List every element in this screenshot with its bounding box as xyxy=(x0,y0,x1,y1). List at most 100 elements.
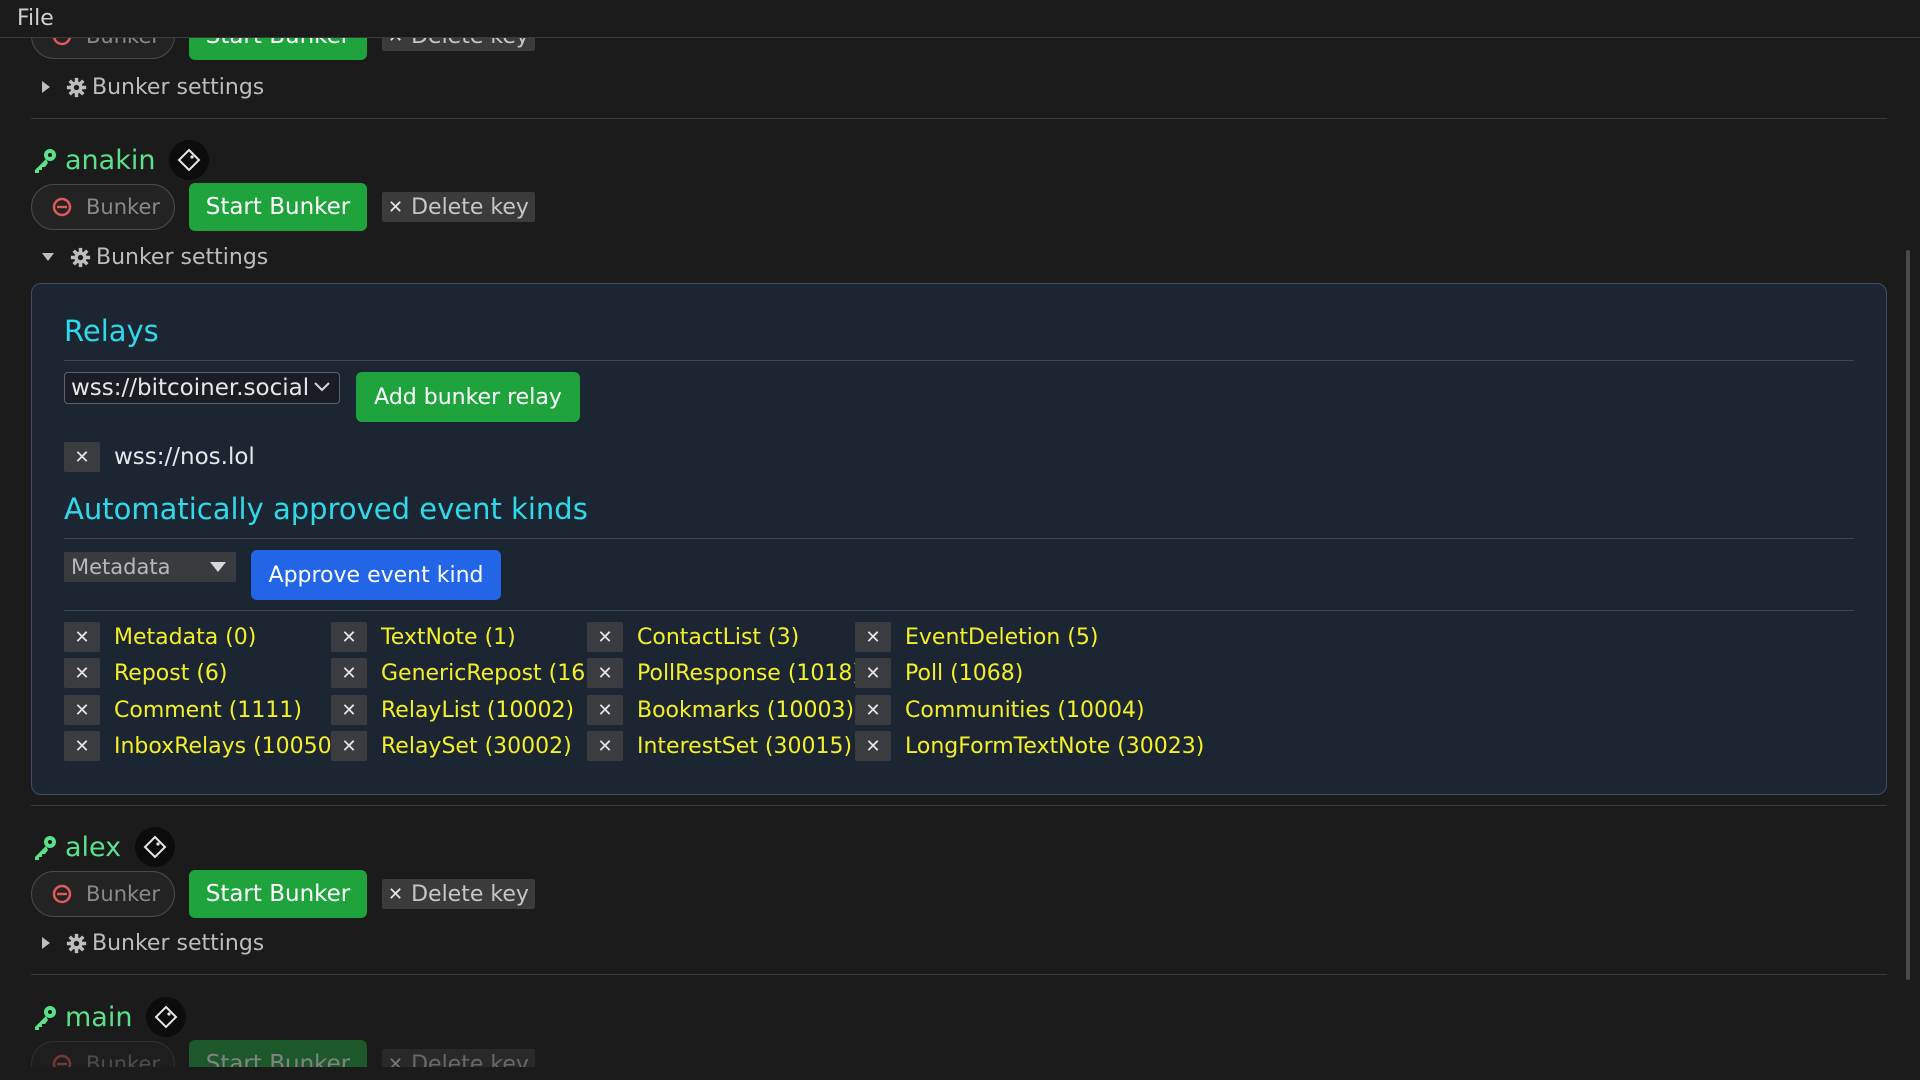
separator xyxy=(31,974,1887,975)
bunker-settings-label: Bunker settings xyxy=(92,930,265,956)
remove-kind-button[interactable]: ✕ xyxy=(587,622,623,652)
start-bunker-button[interactable]: Start Bunker xyxy=(189,870,367,918)
separator xyxy=(64,610,1854,611)
stop-icon xyxy=(52,1054,72,1067)
separator xyxy=(31,118,1887,119)
gear-icon xyxy=(66,933,87,953)
approved-kind-label: TextNote (1) xyxy=(381,624,516,650)
tag-button[interactable] xyxy=(169,140,210,180)
close-icon: ✕ xyxy=(865,699,881,721)
tag-icon xyxy=(178,148,201,172)
key-buttons-main: Bunker Start Bunker ✕ Delete key xyxy=(31,1040,535,1067)
bunker-status-pill[interactable]: Bunker xyxy=(31,184,175,230)
event-kind-select-value: Metadata xyxy=(71,555,171,579)
chevron-down-icon xyxy=(314,382,330,392)
remove-kind-button[interactable]: ✕ xyxy=(587,658,623,688)
tag-button[interactable] xyxy=(146,997,187,1037)
remove-kind-button[interactable]: ✕ xyxy=(855,695,891,725)
close-icon: ✕ xyxy=(865,735,881,757)
approved-kind-item: ✕ RelayList (10002) xyxy=(331,695,574,725)
close-icon: ✕ xyxy=(74,662,90,684)
close-icon: ✕ xyxy=(597,735,613,757)
approved-kind-label: ContactList (3) xyxy=(637,624,800,650)
key-buttons-alex: Bunker Start Bunker ✕ Delete key xyxy=(31,870,535,918)
approved-kind-item: ✕ EventDeletion (5) xyxy=(855,622,1098,652)
remove-kind-button[interactable]: ✕ xyxy=(331,731,367,761)
remove-kind-button[interactable]: ✕ xyxy=(64,658,100,688)
approved-kind-item: ✕ InterestSet (30015) xyxy=(587,731,852,761)
key-icon xyxy=(35,1006,56,1030)
remove-kind-button[interactable]: ✕ xyxy=(855,622,891,652)
remove-kind-button[interactable]: ✕ xyxy=(331,622,367,652)
approved-kind-item: ✕ Bookmarks (10003) xyxy=(587,695,854,725)
remove-kind-button[interactable]: ✕ xyxy=(855,658,891,688)
remove-kind-button[interactable]: ✕ xyxy=(587,731,623,761)
key-icon xyxy=(35,836,56,860)
add-bunker-relay-button[interactable]: Add bunker relay xyxy=(356,372,580,422)
approved-kind-item: ✕ ContactList (3) xyxy=(587,622,799,652)
key-header-main: main xyxy=(31,997,187,1037)
remove-kind-button[interactable]: ✕ xyxy=(331,695,367,725)
approved-kind-label: Repost (6) xyxy=(114,660,228,686)
key-name: main xyxy=(65,1001,133,1033)
delete-key-label: Delete key xyxy=(411,194,529,220)
tag-button[interactable] xyxy=(135,827,176,867)
bunker-settings-panel: Relays wss://bitcoiner.social Add bunker… xyxy=(31,283,1887,795)
approved-kind-label: LongFormTextNote (30023) xyxy=(905,733,1205,759)
remove-kind-button[interactable]: ✕ xyxy=(855,731,891,761)
approved-kind-item: ✕ LongFormTextNote (30023) xyxy=(855,731,1204,761)
expand-arrow-icon xyxy=(42,937,50,949)
bunker-status-pill[interactable]: Bunker xyxy=(31,1041,175,1067)
approved-kinds-heading: Automatically approved event kinds xyxy=(64,492,588,526)
delete-key-button[interactable]: ✕ Delete key xyxy=(382,38,535,51)
collapse-arrow-icon xyxy=(42,253,54,261)
remove-kind-button[interactable]: ✕ xyxy=(64,695,100,725)
expand-arrow-icon xyxy=(42,81,50,93)
stop-icon xyxy=(52,38,72,46)
gear-icon xyxy=(70,247,91,267)
approved-kind-item: ✕ PollResponse (1018) xyxy=(587,658,861,688)
delete-key-button[interactable]: ✕ Delete key xyxy=(382,1049,535,1067)
delete-key-button[interactable]: ✕ Delete key xyxy=(382,879,535,909)
event-kind-select[interactable]: Metadata xyxy=(64,552,236,582)
close-icon: ✕ xyxy=(341,662,357,684)
approved-kind-label: InterestSet (30015) xyxy=(637,733,853,759)
remove-kind-button[interactable]: ✕ xyxy=(587,695,623,725)
approved-kind-label: Metadata (0) xyxy=(114,624,257,650)
approved-kind-label: RelayList (10002) xyxy=(381,697,575,723)
remove-kind-button[interactable]: ✕ xyxy=(64,731,100,761)
bunker-label: Bunker xyxy=(86,882,160,906)
bunker-status-pill[interactable]: Bunker xyxy=(31,38,175,59)
bunker-status-pill[interactable]: Bunker xyxy=(31,871,175,917)
start-bunker-button[interactable]: Start Bunker xyxy=(189,38,367,60)
start-bunker-button[interactable]: Start Bunker xyxy=(189,1040,367,1067)
bunker-settings-toggle[interactable]: Bunker settings xyxy=(42,242,268,272)
relay-url: wss://nos.lol xyxy=(114,444,255,470)
menu-bar: File xyxy=(0,0,1920,38)
approved-kind-label: GenericRepost (16) xyxy=(381,660,594,686)
close-icon: ✕ xyxy=(388,883,404,905)
close-icon: ✕ xyxy=(341,626,357,648)
remove-kind-button[interactable]: ✕ xyxy=(331,658,367,688)
approved-kind-item: ✕ Repost (6) xyxy=(64,658,228,688)
menu-file[interactable]: File xyxy=(17,6,54,31)
vertical-scrollbar[interactable] xyxy=(1906,250,1910,980)
approve-event-kind-button[interactable]: Approve event kind xyxy=(251,550,501,600)
key-icon xyxy=(35,149,56,173)
bunker-label: Bunker xyxy=(86,38,160,48)
remove-kind-button[interactable]: ✕ xyxy=(64,622,100,652)
close-icon: ✕ xyxy=(74,446,90,468)
close-icon: ✕ xyxy=(388,1053,404,1068)
relay-select[interactable]: wss://bitcoiner.social xyxy=(64,372,340,404)
close-icon: ✕ xyxy=(341,699,357,721)
bunker-settings-toggle[interactable]: Bunker settings xyxy=(42,72,264,102)
delete-key-button[interactable]: ✕ Delete key xyxy=(382,192,535,222)
bunker-settings-label: Bunker settings xyxy=(96,244,269,270)
close-icon: ✕ xyxy=(865,662,881,684)
start-bunker-button[interactable]: Start Bunker xyxy=(189,183,367,231)
approved-kind-item: ✕ GenericRepost (16) xyxy=(331,658,594,688)
bunker-settings-label: Bunker settings xyxy=(92,74,265,100)
key-name: alex xyxy=(65,831,122,863)
bunker-settings-toggle[interactable]: Bunker settings xyxy=(42,928,264,958)
remove-relay-button[interactable]: ✕ xyxy=(64,442,100,472)
